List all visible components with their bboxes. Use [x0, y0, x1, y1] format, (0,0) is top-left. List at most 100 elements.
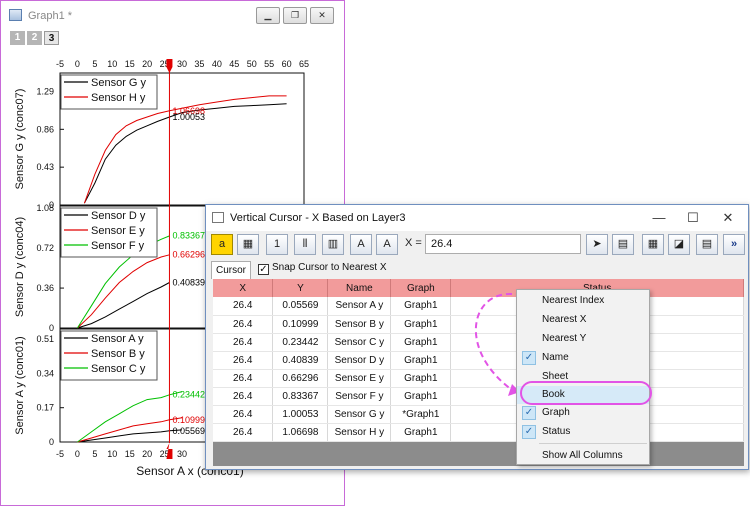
cell-y: 0.10999 [272, 315, 329, 334]
dialog-minimize-icon[interactable]: — [652, 210, 666, 225]
cell-name: Sensor H y [327, 423, 392, 442]
layer-tab-2[interactable]: 2 [27, 31, 42, 45]
legend-label: Sensor G y [91, 77, 147, 89]
x-tick-label: 55 [264, 59, 274, 69]
menu-item-name[interactable]: ✓ Name [517, 349, 649, 367]
cursor-value-label: 0.23442 [172, 390, 205, 400]
legend-label: Sensor A y [91, 333, 144, 345]
graph-icon[interactable]: ◪ [668, 234, 690, 255]
table-row[interactable]: 26.4 0.05569 Sensor A y Graph1 [213, 297, 744, 316]
cell-x: 26.4 [213, 405, 274, 424]
y-tick-label: 0.17 [36, 403, 54, 413]
layer-tab-1[interactable]: 1 [10, 31, 25, 45]
x-tick-label: 40 [212, 59, 222, 69]
cell-y: 0.83367 [272, 387, 329, 406]
cell-y: 0.05569 [272, 297, 329, 316]
cell-graph: Graph1 [390, 297, 452, 316]
dialog-close-icon[interactable]: ✕ [721, 210, 735, 226]
graph-window-icon [9, 9, 22, 21]
col-header-y[interactable]: Y [272, 279, 329, 297]
y-axis-label: Sensor G y (conc07) [14, 89, 26, 190]
series-line [77, 254, 170, 329]
x-tick-label: 65 [299, 59, 309, 69]
menu-item-show-all-columns[interactable]: Show All Columns [517, 447, 649, 465]
legend-label: Sensor D y [91, 210, 146, 222]
menu-item-label: Graph [542, 407, 570, 418]
cursor-table: X Y Name Graph Status 26.4 0.05569 Sensor … [213, 279, 744, 442]
y-tick-label: 0.51 [36, 334, 54, 344]
cell-x: 26.4 [213, 369, 274, 388]
close-icon[interactable]: ✕ [310, 7, 334, 24]
minimize-icon[interactable]: ▁ [256, 7, 280, 24]
dialog-icon [212, 212, 224, 223]
x-tick-label: 5 [92, 449, 97, 459]
col-header-graph[interactable]: Graph [390, 279, 452, 297]
x-tick-label: 60 [282, 59, 292, 69]
dialog-toolbar: a ▦ 1 ⦀ ▥ A A X = 26.4 ➤ ▤ ▦ ◪ ▤ » [206, 231, 748, 259]
worksheet-icon[interactable]: ▦ [642, 234, 664, 255]
image-icon[interactable]: ▦ [237, 234, 259, 255]
cell-graph: Graph1 [390, 369, 452, 388]
table-row[interactable]: 26.4 0.40839 Sensor D y Graph1 [213, 351, 744, 370]
col-header-name[interactable]: Name [327, 279, 392, 297]
layout-icon[interactable]: ▤ [612, 234, 634, 255]
cell-name: Sensor B y [327, 315, 392, 334]
x-tick-label: 35 [194, 59, 204, 69]
cell-y: 1.06698 [272, 423, 329, 442]
table-row[interactable]: 26.4 0.66296 Sensor E y Graph1 [213, 369, 744, 388]
legend-label: Sensor H y [91, 92, 146, 104]
menu-item-nearest-y[interactable]: Nearest Y [517, 330, 649, 348]
menu-item-nearest-index[interactable]: Nearest Index [517, 292, 649, 310]
run-icon[interactable]: ➤ [586, 234, 608, 255]
columns-icon[interactable]: ⦀ [294, 234, 316, 255]
y-tick-label: 0 [49, 437, 54, 447]
x-tick-label: -5 [56, 449, 64, 459]
col-header-x[interactable]: X [213, 279, 274, 297]
restore-icon[interactable]: ❐ [283, 7, 307, 24]
cell-x: 26.4 [213, 387, 274, 406]
x-tick-label: 20 [142, 59, 152, 69]
rows-icon[interactable]: ▥ [322, 234, 344, 255]
graph-window-title: Graph1 * [28, 10, 73, 22]
cursor-table-area: X Y Name Graph Status 26.4 0.05569 Sensor … [213, 279, 744, 466]
highlight-oval [520, 381, 652, 405]
menu-item-label: Name [542, 352, 569, 363]
cell-graph: Graph1 [390, 333, 452, 352]
cell-x: 26.4 [213, 351, 274, 370]
x-tick-label: 20 [142, 449, 152, 459]
layer-tab-3[interactable]: 3 [44, 31, 59, 45]
menu-item-status[interactable]: ✓ Status [517, 423, 649, 441]
cell-y: 0.40839 [272, 351, 329, 370]
chevron-up-icon[interactable]: » [723, 234, 745, 255]
stage: Graph1 * ▁ ❐ ✕ 1 2 3 -5 0 5 10 15 20 25 30 35 40 4… [0, 0, 750, 506]
table-row[interactable]: 26.4 0.83367 Sensor F y Graph1 [213, 387, 744, 406]
x-value-input[interactable]: 26.4 [425, 234, 581, 254]
snap-check-icon[interactable]: ✓ [258, 264, 269, 275]
y-tick-label: 0.36 [36, 283, 54, 293]
yellow-tool-icon[interactable]: a [211, 234, 233, 255]
dialog-maximize-icon[interactable]: ☐ [686, 210, 700, 226]
table-row[interactable]: 26.4 0.23442 Sensor C y Graph1 [213, 333, 744, 352]
cell-graph: Graph1 [390, 423, 452, 442]
font-icon[interactable]: A [350, 234, 372, 255]
font-size-icon[interactable]: A [376, 234, 398, 255]
tab-cursor[interactable]: Cursor [211, 261, 252, 279]
table-row[interactable]: 26.4 1.00053 Sensor G y *Graph1 [213, 405, 744, 424]
x-tick-label: 30 [177, 449, 187, 459]
table-row[interactable]: 26.4 0.10999 Sensor B y Graph1 [213, 315, 744, 334]
menu-item-nearest-x[interactable]: Nearest X [517, 311, 649, 329]
cursor-value-label: 0.83367 [172, 231, 205, 241]
cell-x: 26.4 [213, 315, 274, 334]
menu-item-label: Nearest X [542, 314, 587, 325]
table-row[interactable]: 26.4 1.06698 Sensor H y Graph1 [213, 423, 744, 442]
legend-label: Sensor F y [91, 240, 145, 252]
series-line [77, 429, 183, 443]
x-tick-label: 0 [75, 59, 80, 69]
y-axis-label: Sensor A y (conc01) [14, 336, 26, 434]
menu-item-graph[interactable]: ✓ Graph [517, 404, 649, 422]
cell-y: 0.66296 [272, 369, 329, 388]
table-icon[interactable]: ▤ [696, 234, 718, 255]
one-icon[interactable]: 1 [266, 234, 288, 255]
x-label: X = [405, 237, 422, 249]
snap-checkbox[interactable]: ✓ Snap Cursor to Nearest X [258, 262, 387, 275]
